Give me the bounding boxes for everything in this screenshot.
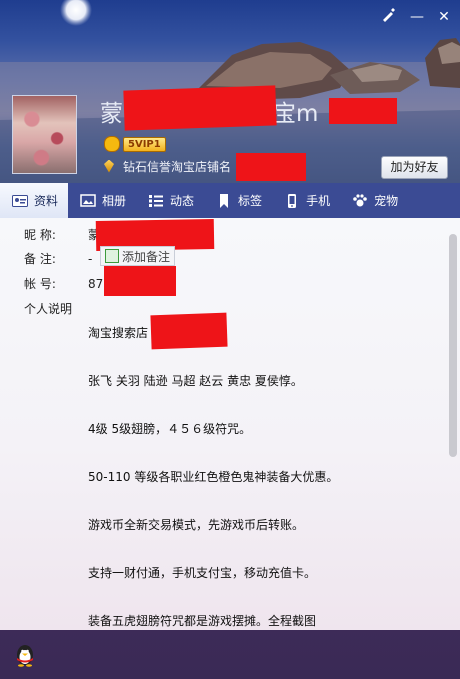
qq-penguin-icon[interactable] xyxy=(14,643,36,667)
minimize-button[interactable]: — xyxy=(407,7,427,27)
avatar[interactable] xyxy=(12,95,77,174)
photo-icon xyxy=(80,193,96,208)
nickname-redaction xyxy=(123,85,277,131)
tab-label: 相册 xyxy=(102,194,127,208)
id-card-icon xyxy=(12,194,28,208)
profile-window: — ✕ 蒙 宝m 5VIP1 钻石信誉淘宝店铺名 加为好友 资料 相册 动态 标签… xyxy=(0,0,460,679)
add-friend-button[interactable]: 加为好友 xyxy=(381,156,448,179)
tab-label: 动态 xyxy=(170,194,195,208)
remark-value: - xyxy=(88,252,93,266)
vip-crown-icon xyxy=(104,136,120,152)
tab-phone[interactable]: 手机 xyxy=(272,183,340,218)
bio-line-4: 50-110 等级各职业红色橙色鬼神装备大优惠。 xyxy=(88,470,339,484)
bio-line-7: 装备五虎翅膀符咒都是游戏摆摊。全程截图 xyxy=(88,614,317,628)
profile-tabs: 资料 相册 动态 标签 手机 宠物 xyxy=(0,183,460,218)
bio-line-2: 张飞 关羽 陆逊 马超 赵云 黄忠 夏侯惇。 xyxy=(88,374,303,388)
tab-label: 手机 xyxy=(306,194,331,208)
vip-level: 5VIP1 xyxy=(123,136,166,152)
scrollbar[interactable] xyxy=(449,234,457,457)
account-label: 帐 号: xyxy=(24,277,56,291)
nickname-redaction-2 xyxy=(329,98,397,124)
diamond-icon xyxy=(104,159,114,173)
add-remark-label: 添加备注 xyxy=(122,249,171,264)
remark-row: 备 注: - xyxy=(24,250,92,267)
bio-line-5: 游戏币全新交易模式，先游戏币后转账。 xyxy=(88,518,305,532)
bio-line-6: 支持一财付通，手机支付宝，移动充值卡。 xyxy=(88,566,317,580)
edit-icon xyxy=(105,249,119,263)
nickname-tail: 宝m xyxy=(273,101,319,127)
bio-label: 个人说明 xyxy=(24,302,73,316)
tab-pet[interactable]: 宠物 xyxy=(340,183,408,218)
tab-album[interactable]: 相册 xyxy=(68,183,136,218)
bio-redaction xyxy=(150,312,228,350)
profile-info-panel: 昵 称: 蒙 备 注: - 添加备注 帐 号: 87 个人说明 淘宝搜索店 张飞 关羽… xyxy=(0,218,460,630)
nickname-row: 昵 称: 蒙 xyxy=(24,226,100,243)
account-value: 87 xyxy=(88,277,104,291)
footer-bar xyxy=(0,630,460,679)
tab-label: 宠物 xyxy=(374,194,399,208)
bio-line-3: 4级 5级翅膀，４５６级符咒。 xyxy=(88,422,252,436)
paw-icon xyxy=(352,193,368,208)
account-row: 帐 号: 87 xyxy=(24,275,103,292)
tab-label: 资料 xyxy=(34,194,59,208)
tab-feed[interactable]: 动态 xyxy=(136,183,204,218)
close-button[interactable]: ✕ xyxy=(434,7,454,27)
feed-icon xyxy=(148,194,164,208)
phone-icon xyxy=(284,193,300,208)
tab-label: 标签 xyxy=(238,194,263,208)
nickname-label: 昵 称: xyxy=(24,228,56,242)
bio-line-1: 淘宝搜索店 xyxy=(88,326,149,340)
shop-line: 钻石信誉淘宝店铺名 xyxy=(104,157,231,175)
shop-text: 钻石信誉淘宝店铺名 xyxy=(123,159,232,174)
account-redaction xyxy=(104,266,176,296)
remark-label: 备 注: xyxy=(24,252,56,266)
shop-redaction xyxy=(236,153,306,181)
skin-icon[interactable] xyxy=(378,7,398,27)
tab-profile[interactable]: 资料 xyxy=(0,183,69,218)
bookmark-icon xyxy=(216,193,232,208)
nickname-visible: 蒙 xyxy=(100,101,123,127)
add-remark-button[interactable]: 添加备注 xyxy=(100,246,176,266)
tab-tags[interactable]: 标签 xyxy=(204,183,272,218)
vip-badge[interactable]: 5VIP1 xyxy=(104,136,166,152)
profile-banner: — ✕ 蒙 宝m 5VIP1 钻石信誉淘宝店铺名 加为好友 xyxy=(0,0,460,183)
